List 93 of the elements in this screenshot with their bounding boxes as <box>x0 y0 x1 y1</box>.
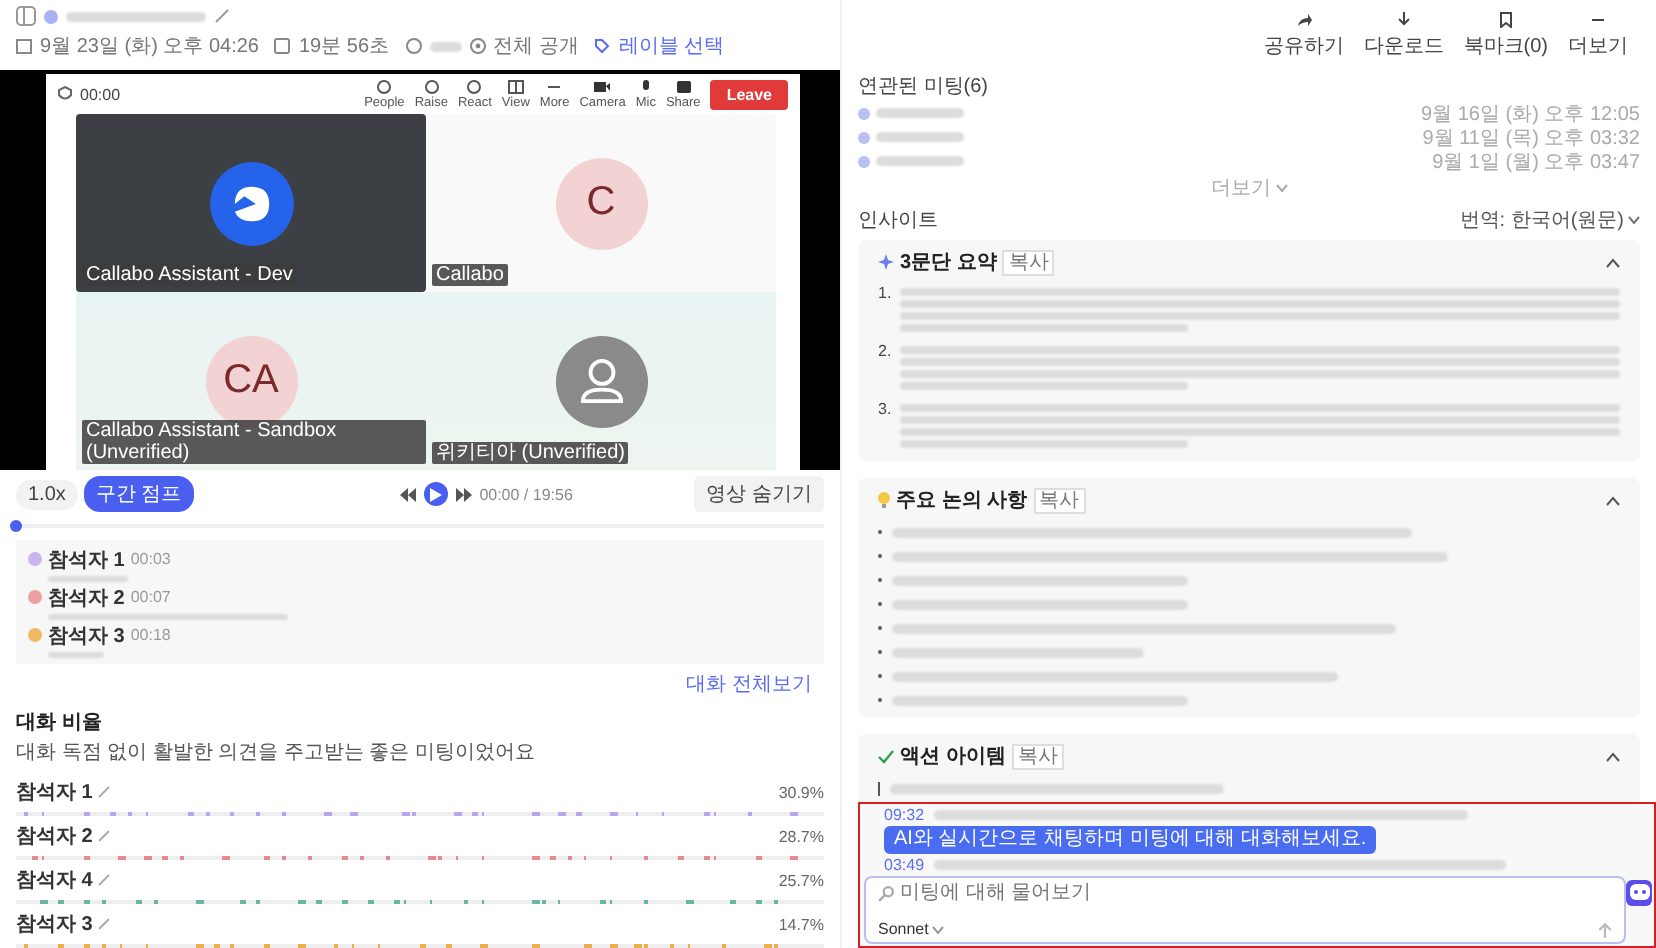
speaker-name: 참석자 4 <box>16 868 93 894</box>
list-number: 1. <box>878 284 892 306</box>
playback-time: 00:00 / 19:56 <box>479 485 573 504</box>
rewind-icon[interactable] <box>399 487 416 502</box>
meeting-date: 9월 16일 (화) 오후 12:05 <box>1421 101 1640 127</box>
eye-icon <box>469 38 486 54</box>
timestamp[interactable]: 09:32 <box>884 806 925 824</box>
meeting-date: 9월 11일 (목) 오후 03:32 <box>1422 125 1640 151</box>
meeting-date: 9월 1일 (월) 오후 03:47 <box>1432 149 1640 175</box>
logo-icon <box>209 161 293 246</box>
talk-percentage: 30.9% <box>778 783 824 801</box>
download-icon <box>1395 12 1412 28</box>
microphone-icon <box>637 79 654 94</box>
bookmark-button[interactable]: 북마크(0) <box>1463 12 1548 60</box>
copy-button[interactable]: 복사 <box>1011 743 1064 769</box>
copy-button[interactable]: 복사 <box>1002 249 1055 275</box>
participant-name: Callabo <box>432 264 508 287</box>
redacted-text <box>876 132 964 142</box>
talk-percentage: 14.7% <box>778 915 824 933</box>
speaker-name: 참석자 1 <box>16 780 93 806</box>
screen-share-icon <box>675 79 692 94</box>
progress-handle[interactable] <box>10 519 22 532</box>
talk-percentage: 25.7% <box>778 871 824 889</box>
timestamp: 00:03 <box>130 550 171 569</box>
participant-name: 위키티아 (Unverified) <box>432 442 629 465</box>
section-title: 인사이트 <box>858 208 938 234</box>
meeting-icon <box>44 9 58 23</box>
chat-input[interactable]: 미팅에 대해 물어보기 <box>900 882 1220 904</box>
card-title: 3문단 요약 <box>900 250 997 276</box>
talk-percentage: 28.7% <box>778 827 824 845</box>
translate-dropdown[interactable]: 번역: 한국어(원문) <box>1459 206 1640 234</box>
camera-icon <box>594 79 611 94</box>
leave-button[interactable]: Leave <box>710 79 788 110</box>
meeting-date: 9월 23일 (화) 오후 04:26 <box>40 34 259 60</box>
chat-tooltip: AI와 실시간으로 채팅하며 미팅에 대해 대화해보세요. <box>884 826 1377 854</box>
edit-icon[interactable] <box>214 8 230 24</box>
chatbot-icon <box>1629 884 1649 902</box>
participant-name: Callabo Assistant - Dev <box>82 264 297 287</box>
share-button[interactable]: 공유하기 <box>1263 12 1344 60</box>
chat-input-box[interactable]: 미팅에 대해 물어보기 Sonnet <box>864 876 1626 944</box>
chevron-icon <box>1628 216 1640 224</box>
jump-button[interactable]: 구간 점프 <box>83 476 194 513</box>
play-icon <box>429 487 442 502</box>
call-timer: 00:00 <box>80 85 121 104</box>
chevron-icon[interactable] <box>1606 751 1620 761</box>
speaker-name: 참석자 2 <box>48 585 125 612</box>
copy-button[interactable]: 복사 <box>1033 487 1086 513</box>
label-select-link[interactable]: 레이블 선택 <box>618 32 725 60</box>
redacted-title <box>66 11 206 21</box>
section-title: 대화 비율 <box>16 710 104 736</box>
play-button[interactable] <box>423 482 448 507</box>
redacted-text <box>876 156 964 166</box>
card-title: 주요 논의 사항 <box>896 488 1028 514</box>
forward-icon[interactable] <box>455 487 472 502</box>
view-all-link[interactable]: 대화 전체보기 <box>686 670 812 698</box>
speed-button[interactable]: 1.0x <box>16 479 78 510</box>
list-number: 2. <box>878 342 892 364</box>
meeting-duration: 19분 56초 <box>298 34 390 60</box>
chevron-icon[interactable] <box>1606 495 1620 505</box>
chatbot-button[interactable] <box>1626 880 1652 906</box>
speaker-name: 참석자 3 <box>48 623 125 650</box>
avatar-initials: C <box>555 157 647 250</box>
section-subtitle: 대화 독점 없이 활발한 의견을 주고받는 좋은 미팅이었어요 <box>16 740 537 766</box>
sparkle-icon <box>878 254 894 270</box>
timestamp: 00:18 <box>130 626 171 645</box>
grid-icon <box>507 79 524 94</box>
search-icon <box>878 885 894 901</box>
redacted-owner <box>429 41 462 51</box>
speaker-name: 참석자 1 <box>48 547 125 574</box>
checkmark-icon <box>878 749 894 763</box>
avatar-icon <box>555 335 647 428</box>
card-title: 액션 아이템 <box>900 744 1006 770</box>
sidebar-toggle-icon[interactable] <box>16 6 36 26</box>
timestamp[interactable]: 03:49 <box>884 856 925 874</box>
tag-icon <box>594 38 611 54</box>
list-number: 3. <box>878 400 892 422</box>
chevron-icon[interactable] <box>1606 257 1620 267</box>
timestamp: 00:07 <box>130 588 171 607</box>
redacted-text <box>876 108 964 118</box>
section-title: 연관된 미팅(6) <box>858 74 990 100</box>
speaker-name: 참석자 2 <box>16 824 93 850</box>
more-button[interactable]: 더보기 <box>1568 12 1628 60</box>
speaker-name: 참석자 3 <box>16 912 93 938</box>
download-button[interactable]: 다운로드 <box>1363 12 1444 60</box>
visibility-label[interactable]: 전체 공개 <box>493 32 579 60</box>
bookmark-icon <box>1497 12 1514 28</box>
chevron-icon <box>1275 184 1287 192</box>
share-icon <box>1295 12 1312 28</box>
hide-video-button[interactable]: 영상 숨기기 <box>694 476 824 513</box>
model-dropdown[interactable]: Sonnet <box>878 920 945 938</box>
chevron-icon <box>932 925 945 933</box>
lightbulb-icon <box>878 492 890 508</box>
shield-icon <box>58 86 72 103</box>
